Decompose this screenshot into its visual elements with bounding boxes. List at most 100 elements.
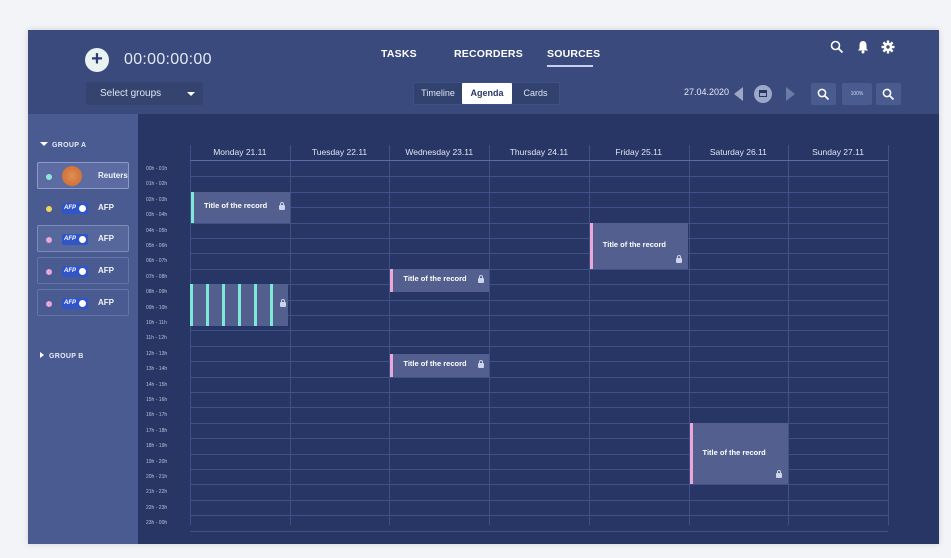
hour-label: 11h - 12h bbox=[146, 335, 167, 342]
afp-logo-icon: AFP bbox=[62, 298, 88, 309]
status-dot bbox=[46, 174, 52, 180]
header-divider bbox=[190, 160, 888, 161]
hour-label: 05h - 06h bbox=[146, 243, 168, 249]
source-label: AFP bbox=[98, 298, 114, 307]
search-icon[interactable] bbox=[830, 40, 844, 54]
chevron-right-icon bbox=[40, 352, 44, 358]
record-event[interactable]: Title of the record bbox=[689, 422, 789, 485]
record-event[interactable]: Title of the record bbox=[191, 191, 290, 223]
source-card-afp-2[interactable]: AFP AFP bbox=[37, 225, 129, 252]
day-header: Wednesday 23.11 bbox=[405, 147, 474, 157]
add-button[interactable]: + bbox=[85, 48, 109, 72]
chevron-down-icon bbox=[40, 142, 48, 146]
recording-stripe bbox=[206, 284, 209, 326]
bell-icon[interactable] bbox=[857, 40, 869, 54]
group-a-toggle[interactable]: GROUP A bbox=[40, 142, 86, 149]
record-title: Title of the record bbox=[403, 359, 467, 369]
tab-tasks[interactable]: TASKS bbox=[381, 48, 417, 60]
gear-icon[interactable] bbox=[881, 40, 895, 54]
record-title: Title of the record bbox=[602, 239, 667, 249]
view-agenda[interactable]: Agenda bbox=[462, 83, 512, 104]
group-b-label: GROUP B bbox=[49, 353, 84, 360]
day-header: Friday 25.11 bbox=[615, 147, 662, 157]
striped-recordings-block[interactable] bbox=[190, 284, 288, 326]
hour-label: 07h - 08h bbox=[146, 273, 168, 280]
status-dot bbox=[46, 206, 52, 212]
source-card-afp-4[interactable]: AFP AFP bbox=[37, 289, 129, 316]
day-header: Monday 21.11 bbox=[213, 147, 267, 157]
reuters-logo-icon bbox=[62, 166, 82, 186]
previous-date-arrow-icon[interactable] bbox=[734, 87, 743, 101]
recording-stripe bbox=[190, 284, 193, 326]
zoom-level: 100% bbox=[842, 83, 872, 105]
hour-row-divider bbox=[190, 315, 888, 316]
recording-stripe bbox=[222, 284, 225, 326]
hour-row-divider bbox=[190, 484, 888, 486]
source-card-afp-3[interactable]: AFP AFP bbox=[37, 257, 129, 284]
zoom-out-icon bbox=[817, 88, 830, 101]
source-label: AFP bbox=[98, 203, 114, 212]
sources-sidebar: GROUP A Reuters AFP AFP AFP AFP AFP AFP … bbox=[28, 114, 138, 544]
afp-logo-icon: AFP bbox=[62, 203, 88, 214]
tab-sources[interactable]: SOURCES bbox=[547, 48, 600, 60]
hour-row-divider bbox=[190, 392, 888, 393]
status-dot bbox=[46, 237, 52, 243]
column-divider bbox=[588, 145, 590, 525]
hour-row-divider bbox=[190, 176, 888, 178]
active-tab-indicator bbox=[547, 65, 593, 67]
app-window: + 00:00:00:00 TASKS RECORDERS SOURCES Se… bbox=[28, 30, 939, 544]
hour-row-divider bbox=[190, 376, 888, 378]
source-card-afp-1[interactable]: AFP AFP bbox=[37, 194, 129, 221]
agenda-calendar: Monday 21.11 Tuesday 22.11 Wednesday 23.11… bbox=[138, 114, 939, 544]
hour-label: 06h - 07h bbox=[146, 258, 168, 265]
group-a-label: GROUP A bbox=[52, 142, 87, 149]
hour-row-divider bbox=[190, 361, 888, 363]
recording-stripe bbox=[238, 284, 241, 326]
hour-row-divider bbox=[190, 207, 888, 209]
view-switcher: Timeline Agenda Cards bbox=[413, 82, 560, 105]
calendar-icon[interactable] bbox=[754, 85, 772, 103]
status-dot bbox=[46, 269, 52, 275]
hour-label: 22h - 23h bbox=[146, 504, 168, 511]
hour-row-divider bbox=[190, 345, 888, 347]
zoom-in-button[interactable] bbox=[876, 83, 901, 105]
lock-icon bbox=[478, 360, 485, 369]
current-date: 27.04.2020 bbox=[684, 87, 730, 97]
select-groups-dropdown[interactable]: Select groups bbox=[86, 82, 203, 105]
hour-label: 03h - 04h bbox=[146, 212, 168, 219]
tab-recorders[interactable]: RECORDERS bbox=[454, 48, 523, 60]
record-event[interactable]: Title of the record bbox=[390, 268, 490, 292]
record-event[interactable]: Title of the record bbox=[390, 353, 490, 377]
hour-label: 16h - 17h bbox=[146, 412, 168, 419]
group-b-toggle[interactable]: GROUP B bbox=[40, 352, 84, 360]
column-divider bbox=[887, 145, 889, 525]
day-header: Thursday 24.11 bbox=[509, 147, 569, 157]
record-title: Title of the record bbox=[204, 201, 268, 211]
hour-row-divider bbox=[190, 284, 888, 286]
day-header: Tuesday 22.11 bbox=[311, 147, 368, 157]
hour-row-divider bbox=[190, 238, 888, 239]
hour-row-divider bbox=[190, 530, 888, 532]
zoom-out-button[interactable] bbox=[811, 83, 836, 105]
select-groups-label: Select groups bbox=[100, 88, 162, 99]
lock-icon bbox=[776, 470, 783, 479]
source-label: AFP bbox=[98, 234, 114, 243]
source-card-reuters[interactable]: Reuters bbox=[37, 162, 129, 189]
day-header: Sunday 27.11 bbox=[812, 147, 864, 157]
hour-label: 02h - 03h bbox=[146, 196, 168, 203]
record-event[interactable]: Title of the record bbox=[589, 222, 689, 269]
hour-label: 04h - 05h bbox=[146, 227, 168, 234]
hour-row-divider bbox=[190, 191, 888, 193]
hour-label: 20h - 21h bbox=[146, 474, 168, 480]
view-timeline[interactable]: Timeline bbox=[414, 83, 462, 104]
hour-row-divider bbox=[190, 499, 888, 501]
hour-label: 01h - 02h bbox=[146, 181, 168, 188]
next-date-arrow-icon[interactable] bbox=[786, 87, 795, 101]
hour-row-divider bbox=[190, 268, 888, 270]
view-cards[interactable]: Cards bbox=[512, 83, 559, 104]
recording-stripe bbox=[254, 284, 257, 326]
hour-label: 00h - 01h bbox=[146, 166, 168, 172]
hour-row-divider bbox=[190, 515, 888, 517]
column-divider bbox=[389, 145, 391, 525]
status-dot bbox=[46, 301, 52, 307]
